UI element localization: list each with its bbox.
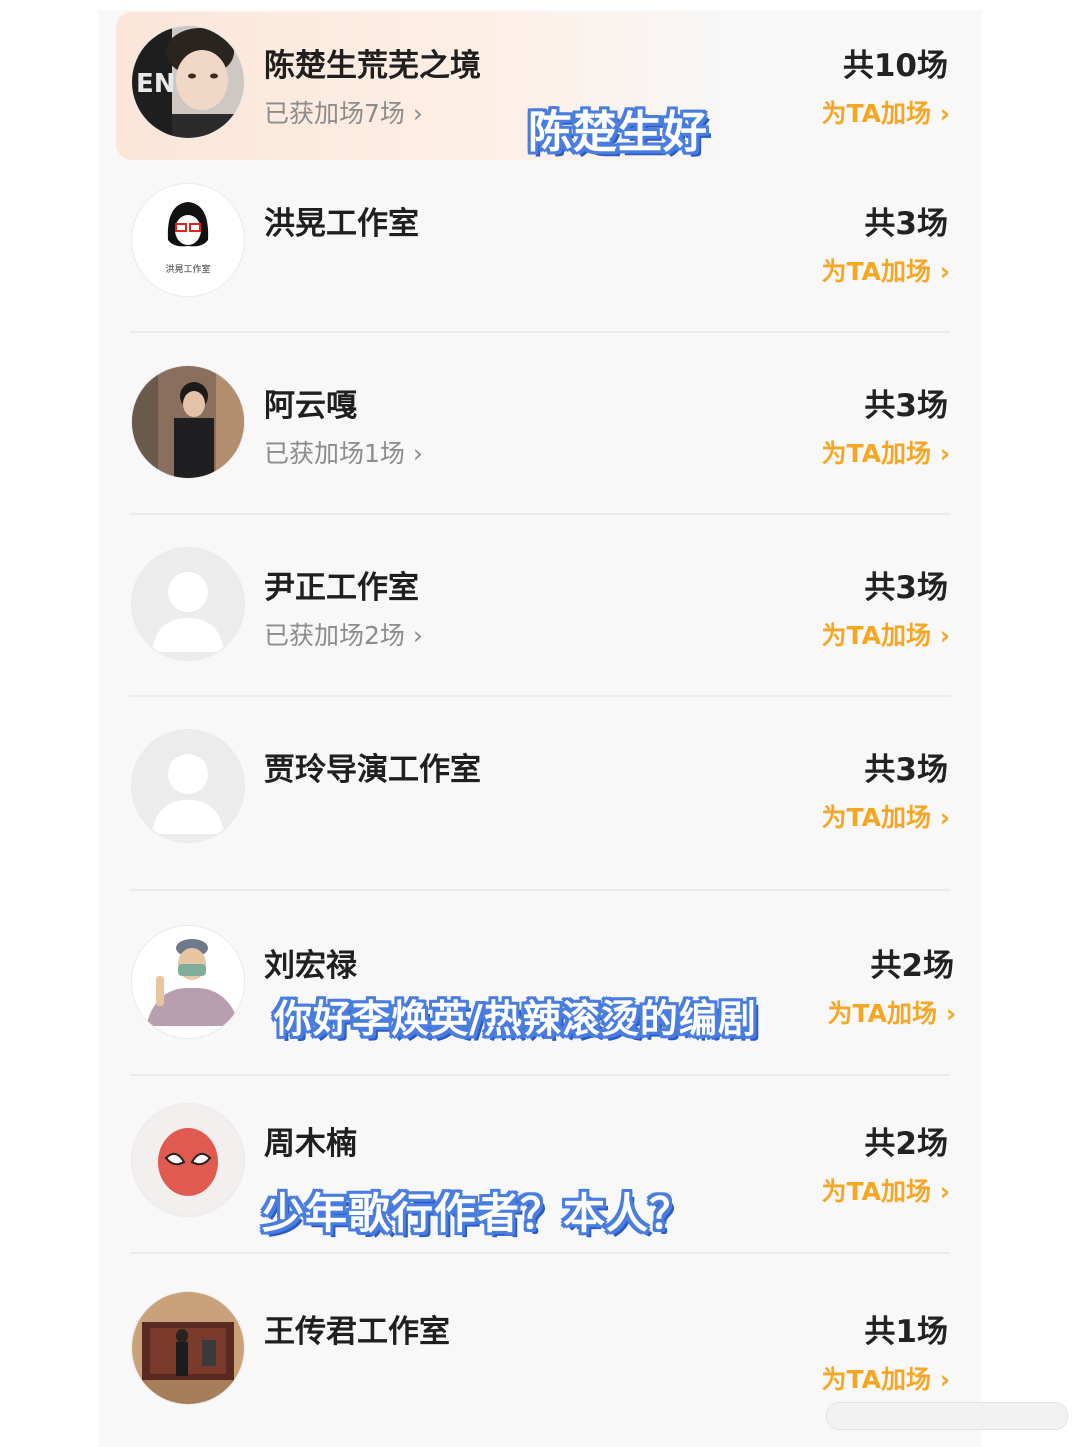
- add-show-button[interactable]: 为TA加场 ›: [822, 798, 950, 834]
- add-show-button[interactable]: 为TA加场 ›: [822, 434, 950, 470]
- svg-text:EN: EN: [136, 69, 176, 99]
- stage-photo-icon: [132, 1292, 244, 1404]
- artist-name[interactable]: 贾玲导演工作室: [264, 744, 481, 789]
- studio-logo-text: 洪晃工作室: [165, 265, 211, 275]
- annotation-overlay: 你好李焕英/热辣滚烫的编剧: [274, 997, 757, 1041]
- list-item[interactable]: 洪晃工作室 洪晃工作室 共3场 为TA加场 ›: [98, 170, 982, 330]
- artist-avatar[interactable]: [132, 1104, 244, 1216]
- add-show-button[interactable]: 为TA加场 ›: [822, 252, 950, 288]
- total-shows-count: 共2场: [864, 1126, 948, 1162]
- artist-name[interactable]: 刘宏禄: [264, 940, 357, 985]
- total-shows-count: 共3场: [864, 570, 948, 606]
- divider: [130, 1252, 950, 1254]
- add-show-button[interactable]: 为TA加场 ›: [822, 94, 950, 130]
- add-show-button[interactable]: 为TA加场 ›: [822, 1360, 950, 1396]
- list-item[interactable]: 阿云嘎 已获加场1场 › 共3场 为TA加场 ›: [98, 352, 982, 512]
- list-item[interactable]: 贾玲导演工作室 共3场 为TA加场 ›: [98, 716, 982, 876]
- list-item[interactable]: 尹正工作室 已获加场2场 › 共3场 为TA加场 ›: [98, 534, 982, 694]
- person-photo-icon: [132, 366, 244, 478]
- total-shows-count: 共3场: [864, 388, 948, 424]
- gained-extra-shows-link[interactable]: 已获加场1场 ›: [264, 434, 423, 470]
- artist-name[interactable]: 洪晃工作室: [264, 198, 419, 243]
- artist-avatar[interactable]: [132, 548, 244, 660]
- annotation-overlay: 陈楚生好: [528, 107, 708, 158]
- total-shows-count: 共2场: [870, 948, 954, 984]
- artist-avatar[interactable]: [132, 926, 244, 1038]
- artist-avatar[interactable]: [132, 1292, 244, 1404]
- divider: [130, 695, 950, 697]
- total-shows-count: 共3场: [864, 206, 948, 242]
- artist-avatar[interactable]: EN: [132, 26, 244, 138]
- artist-name[interactable]: 陈楚生荒芜之境: [264, 40, 481, 85]
- studio-logo-icon: [132, 184, 244, 296]
- cartoon-avatar-icon: [132, 926, 244, 1038]
- artist-name[interactable]: 阿云嘎: [264, 380, 357, 425]
- total-shows-count: 共10场: [842, 48, 948, 84]
- divider: [130, 889, 950, 891]
- divider: [130, 1074, 950, 1076]
- default-avatar-icon: [132, 548, 244, 660]
- artist-name[interactable]: 王传君工作室: [264, 1306, 450, 1351]
- artist-name[interactable]: 尹正工作室: [264, 562, 419, 607]
- artist-avatar[interactable]: [132, 730, 244, 842]
- add-show-button[interactable]: 为TA加场 ›: [828, 994, 956, 1030]
- total-shows-count: 共3场: [864, 752, 948, 788]
- artist-avatar[interactable]: [132, 366, 244, 478]
- gained-extra-shows-link[interactable]: 已获加场7场 ›: [264, 94, 423, 130]
- divider: [130, 513, 950, 515]
- default-avatar-icon: [132, 730, 244, 842]
- add-show-button[interactable]: 为TA加场 ›: [822, 616, 950, 652]
- artist-avatar[interactable]: [132, 184, 244, 296]
- total-shows-count: 共1场: [864, 1314, 948, 1350]
- add-show-button[interactable]: 为TA加场 ›: [822, 1172, 950, 1208]
- home-indicator-bar: [826, 1402, 1068, 1430]
- gained-extra-shows-link[interactable]: 已获加场2场 ›: [264, 616, 423, 652]
- person-photo-icon: EN: [132, 26, 244, 138]
- annotation-overlay: 少年歌行作者？本人？: [262, 1189, 693, 1238]
- spiderman-avatar-icon: [132, 1104, 244, 1216]
- artist-name[interactable]: 周木楠: [264, 1118, 357, 1163]
- divider: [130, 331, 950, 333]
